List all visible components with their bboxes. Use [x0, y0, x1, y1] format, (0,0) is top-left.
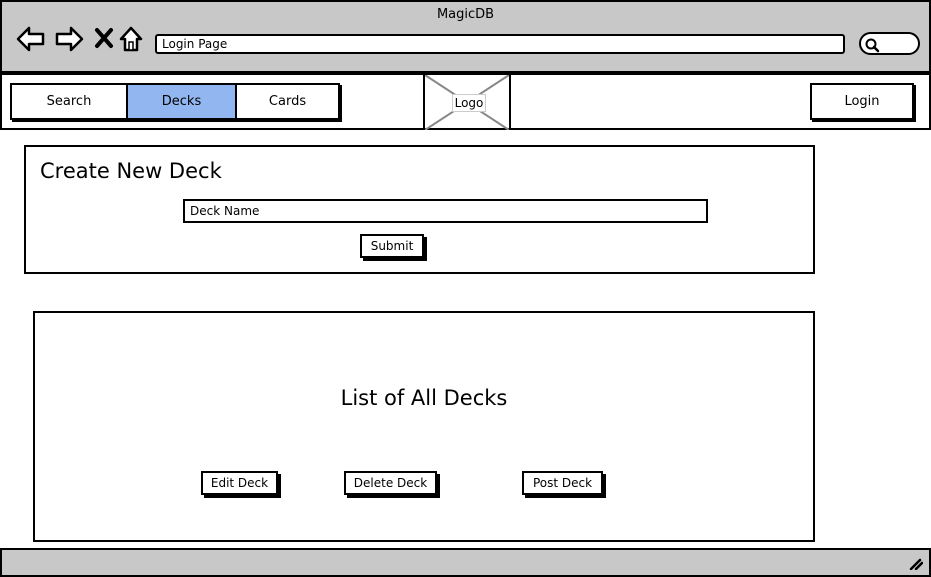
app-header: Search Decks Cards Logo Login	[0, 73, 931, 130]
forward-arrow-icon[interactable]	[54, 24, 84, 54]
browser-chrome: MagicDB Login Page	[0, 0, 931, 73]
browser-search-field[interactable]	[859, 32, 920, 55]
window-title: MagicDB	[436, 7, 495, 22]
create-deck-title: Create New Deck	[40, 159, 222, 183]
search-icon	[865, 38, 880, 53]
login-button[interactable]: Login	[810, 83, 914, 120]
close-x-icon[interactable]	[90, 24, 120, 54]
logo-placeholder: Logo	[423, 75, 511, 130]
deck-list-panel: List of All Decks Edit Deck Delete Deck …	[33, 311, 815, 542]
resize-grip-icon[interactable]	[907, 556, 923, 570]
nav-tab-search[interactable]: Search	[10, 83, 128, 120]
status-bar	[0, 548, 931, 577]
nav-tab-decks[interactable]: Decks	[126, 83, 237, 120]
nav-tab-cards[interactable]: Cards	[235, 83, 340, 120]
edit-deck-button[interactable]: Edit Deck	[201, 471, 278, 495]
delete-deck-button[interactable]: Delete Deck	[344, 471, 437, 495]
logo-label: Logo	[452, 94, 486, 112]
post-deck-button[interactable]: Post Deck	[522, 471, 603, 495]
deck-name-input[interactable]	[183, 199, 708, 223]
home-icon[interactable]	[118, 24, 148, 54]
address-bar[interactable]: Login Page	[155, 34, 845, 54]
back-arrow-icon[interactable]	[16, 24, 46, 54]
submit-button[interactable]: Submit	[360, 234, 424, 258]
create-deck-panel: Create New Deck Submit	[24, 145, 815, 274]
deck-list-title: List of All Decks	[340, 386, 508, 410]
